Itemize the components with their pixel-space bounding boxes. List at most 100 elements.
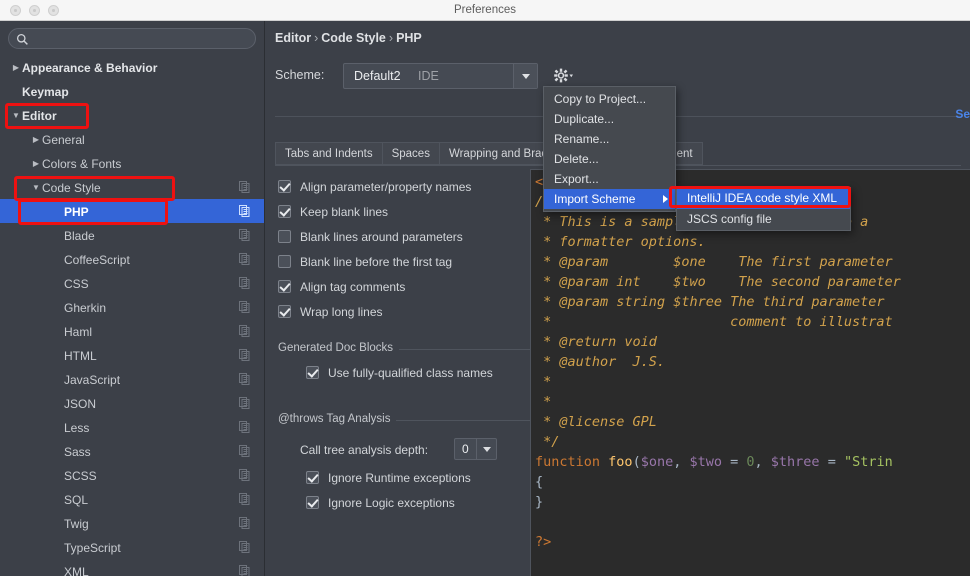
menu-item-label: Duplicate... [554, 112, 615, 126]
checkbox-checked-icon[interactable] [278, 280, 291, 293]
options-column: Align parameter/property names Keep blank… [278, 176, 533, 517]
scheme-copy-icon [239, 181, 250, 193]
checkbox-row[interactable]: Use fully-qualified class names [306, 362, 533, 387]
checkbox-label: Blank lines around parameters [300, 230, 463, 244]
sidebar-item-xml[interactable]: XML [0, 559, 264, 576]
checkbox-label: Keep blank lines [300, 205, 389, 219]
chevron-right-icon[interactable]: ▶ [10, 56, 22, 80]
sidebar-item-blade[interactable]: Blade [0, 223, 264, 247]
menu-item-export[interactable]: Export... [544, 169, 675, 189]
checkbox-checked-icon[interactable] [278, 305, 291, 318]
tab-spaces[interactable]: Spaces [382, 142, 440, 165]
sidebar-item-twig[interactable]: Twig [0, 511, 264, 535]
sidebar-item-code-style[interactable]: ▼ Code Style [0, 175, 264, 199]
checkbox-label: Ignore Runtime exceptions [328, 471, 471, 485]
scheme-copy-icon [239, 301, 250, 313]
sidebar-item-label: CoffeeScript [64, 252, 130, 267]
scheme-copy-icon [239, 349, 250, 361]
checkbox-row[interactable]: Align parameter/property names [278, 176, 533, 201]
checkbox-checked-icon[interactable] [306, 366, 319, 379]
menu-item-delete[interactable]: Delete... [544, 149, 675, 169]
sidebar-item-json[interactable]: JSON [0, 391, 264, 415]
sidebar-item-editor[interactable]: ▼ Editor [0, 103, 264, 127]
chevron-down-icon[interactable]: ▼ [30, 176, 42, 200]
search-input[interactable] [33, 29, 247, 48]
scheme-copy-icon [239, 565, 250, 576]
menu-item-import-scheme[interactable]: Import Scheme [544, 189, 675, 209]
checkbox-row[interactable]: Ignore Runtime exceptions [306, 467, 533, 492]
sidebar-item-label: Code Style [42, 180, 101, 195]
submenu-item-intellij-idea-code-style-xml[interactable]: IntelliJ IDEA code style XML [677, 188, 850, 209]
chevron-down-icon [522, 74, 530, 79]
call-tree-depth-combobox[interactable]: 0 [454, 438, 497, 460]
checkbox-checked-icon[interactable] [278, 205, 291, 218]
scheme-copy-icon [239, 253, 250, 265]
scheme-copy-icon [239, 325, 250, 337]
sidebar-item-label: Blade [64, 228, 95, 243]
sidebar-item-label: Keymap [22, 84, 69, 99]
checkbox-row[interactable]: Ignore Logic exceptions [306, 492, 533, 517]
sidebar-item-keymap[interactable]: Keymap [0, 79, 264, 103]
scheme-combobox[interactable]: Default2 IDE [343, 63, 538, 89]
scheme-copy-icon [239, 397, 250, 409]
sidebar-item-colors-fonts[interactable]: ▶ Colors & Fonts [0, 151, 264, 175]
checkbox-unchecked-icon[interactable] [278, 255, 291, 268]
group-title: Generated Doc Blocks [278, 342, 400, 354]
sidebar-item-typescript[interactable]: TypeScript [0, 535, 264, 559]
call-tree-depth-row: Call tree analysis depth: 0 [300, 437, 533, 467]
scheme-copy-icon [239, 493, 250, 505]
sidebar-item-php[interactable]: PHP [0, 199, 264, 223]
sidebar-item-less[interactable]: Less [0, 415, 264, 439]
chevron-right-icon[interactable]: ▶ [30, 128, 42, 152]
search-box[interactable] [8, 28, 256, 49]
sidebar-item-html[interactable]: HTML [0, 343, 264, 367]
menu-item-label: Export... [554, 172, 599, 186]
chevron-down-icon[interactable]: ▼ [10, 104, 22, 128]
menu-item-duplicate[interactable]: Duplicate... [544, 109, 675, 129]
sidebar-item-appearance-behavior[interactable]: ▶ Appearance & Behavior [0, 55, 264, 79]
search-icon [16, 33, 28, 45]
scheme-gear-button[interactable] [552, 66, 574, 86]
checkbox-label: Blank line before the first tag [300, 255, 453, 269]
sidebar-item-general[interactable]: ▶ General [0, 127, 264, 151]
sidebar-item-label: JavaScript [64, 372, 121, 387]
checkbox-checked-icon[interactable] [306, 471, 319, 484]
menu-item-copy-to-project[interactable]: Copy to Project... [544, 89, 675, 109]
sidebar-item-scss[interactable]: SCSS [0, 463, 264, 487]
set-from-link[interactable]: Set [955, 107, 970, 121]
chevron-right-icon[interactable]: ▶ [30, 152, 42, 176]
scheme-copy-icon [239, 541, 250, 553]
checkbox-row[interactable]: Keep blank lines [278, 201, 533, 226]
checkbox-checked-icon[interactable] [306, 496, 319, 509]
submenu-item-jscs-config-file[interactable]: JSCS config file [677, 209, 850, 230]
scheme-copy-icon [239, 445, 250, 457]
checkbox-label: Use fully-qualified class names [328, 366, 493, 380]
sidebar-item-label: Haml [64, 324, 93, 339]
checkbox-row[interactable]: Align tag comments [278, 276, 533, 301]
sidebar-item-label: Colors & Fonts [42, 156, 122, 171]
sidebar-item-javascript[interactable]: JavaScript [0, 367, 264, 391]
checkbox-row[interactable]: Wrap long lines [278, 301, 533, 326]
scheme-dropdown-button[interactable] [513, 64, 537, 88]
sidebar-item-css[interactable]: CSS [0, 271, 264, 295]
scheme-copy-icon [239, 229, 250, 241]
menu-item-rename[interactable]: Rename... [544, 129, 675, 149]
group-header-throws-tag-analysis: @throws Tag Analysis [278, 409, 533, 433]
window-title: Preferences [453, 4, 516, 16]
sidebar-item-gherkin[interactable]: Gherkin [0, 295, 264, 319]
call-tree-depth-label: Call tree analysis depth: [300, 443, 429, 457]
checkbox-unchecked-icon[interactable] [278, 230, 291, 243]
checkbox-row[interactable]: Blank line before the first tag [278, 251, 533, 276]
settings-sidebar: ▶ Appearance & Behavior Keymap ▼ Editor ▶ Gene… [0, 21, 265, 576]
sidebar-item-label: HTML [64, 348, 97, 363]
sidebar-item-sql[interactable]: SQL [0, 487, 264, 511]
sidebar-item-haml[interactable]: Haml [0, 319, 264, 343]
scheme-copy-icon [239, 469, 250, 481]
call-tree-depth-dropdown-button[interactable] [476, 439, 496, 459]
sidebar-item-coffeescript[interactable]: CoffeeScript [0, 247, 264, 271]
chevron-down-icon [483, 447, 491, 452]
sidebar-item-sass[interactable]: Sass [0, 439, 264, 463]
tab-tabs-and-indents[interactable]: Tabs and Indents [275, 142, 383, 165]
checkbox-checked-icon[interactable] [278, 180, 291, 193]
checkbox-row[interactable]: Blank lines around parameters [278, 226, 533, 251]
